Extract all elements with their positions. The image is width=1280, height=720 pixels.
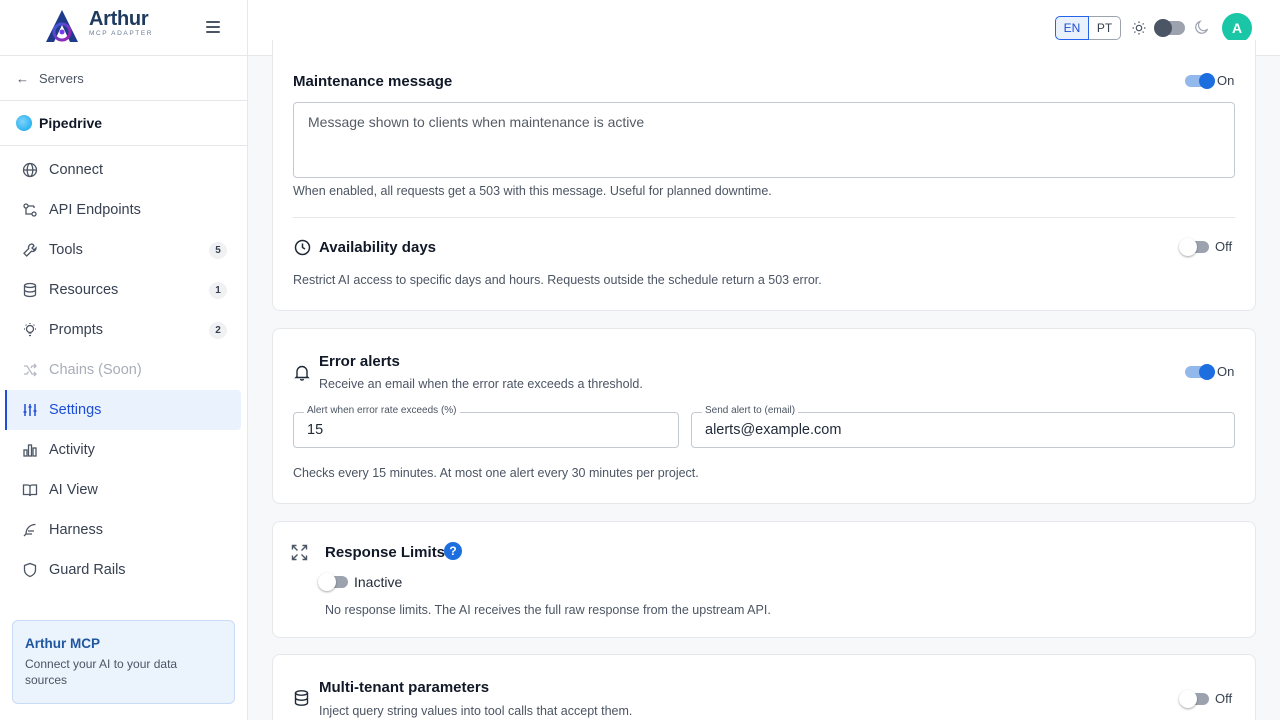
error-alerts-subtitle: Receive an email when the error rate exc… <box>319 377 643 391</box>
maintenance-card: Maintenance message On When enabled, all… <box>272 40 1256 311</box>
sidebar-item-label: Connect <box>49 162 104 178</box>
availability-toggle[interactable] <box>1179 238 1209 256</box>
current-server: Pipedrive <box>0 101 247 146</box>
sidebar-item-label: Activity <box>49 442 95 458</box>
sidebar-item-connect[interactable]: Connect <box>0 150 247 190</box>
multi-tenant-title: Multi-tenant parameters <box>319 679 490 696</box>
multi-tenant-toggle[interactable] <box>1179 690 1209 708</box>
maintenance-message-input[interactable] <box>293 102 1235 178</box>
multi-tenant-card: Multi-tenant parameters Inject query str… <box>272 654 1256 720</box>
brand-subtitle: MCP ADAPTER <box>89 30 154 37</box>
sidebar-item-label: Guard Rails <box>49 562 126 578</box>
globe-outline-icon <box>22 162 38 178</box>
error-alerts-card: Error alerts Receive an email when the e… <box>272 328 1256 504</box>
back-to-servers-link[interactable]: ← Servers <box>0 56 247 101</box>
sidebar-item-guard-rails[interactable]: Guard Rails <box>0 550 247 590</box>
multi-tenant-subtitle: Inject query string values into tool cal… <box>319 704 633 718</box>
sidebar-item-ai-view[interactable]: AI View <box>0 470 247 510</box>
alert-email-input[interactable] <box>692 413 1234 447</box>
availability-toggle-label: Off <box>1215 239 1233 254</box>
sidebar: Arthur MCP ADAPTER ← Servers Pipedrive C… <box>0 0 248 720</box>
database-icon <box>294 690 309 706</box>
user-avatar[interactable]: A <box>1222 13 1252 43</box>
response-limits-toggle[interactable] <box>318 573 348 591</box>
endpoints-icon <box>23 203 37 217</box>
feather-icon <box>23 523 36 537</box>
divider <box>293 217 1235 218</box>
bar-chart-icon <box>23 444 37 457</box>
moon-icon <box>1195 20 1209 34</box>
back-label: Servers <box>39 70 84 86</box>
maintenance-toggle-label: On <box>1217 73 1235 88</box>
promo-text: Connect your AI to your data sources <box>25 657 178 687</box>
response-limits-card: Response Limits ? Inactive No response l… <box>272 521 1256 638</box>
wrench-icon <box>23 243 37 257</box>
sidebar-item-chains: Chains (Soon) <box>0 350 247 390</box>
sidebar-item-label: Tools <box>49 242 83 258</box>
theme-toggle[interactable] <box>1154 19 1185 37</box>
database-icon <box>23 282 37 298</box>
sidebar-item-label: AI View <box>49 482 98 498</box>
shuffle-icon <box>24 363 37 377</box>
error-alerts-toggle-label: On <box>1217 364 1235 379</box>
sidebar-nav: Connect API Endpoints Tools 5 Resources … <box>0 146 247 590</box>
logo-text: Arthur MCP ADAPTER <box>89 8 153 37</box>
error-threshold-field: Alert when error rate exceeds (%) <box>293 405 679 448</box>
sidebar-item-tools[interactable]: Tools 5 <box>0 230 247 270</box>
sidebar-item-label: Resources <box>49 282 119 298</box>
language-en-button[interactable]: EN <box>1055 16 1089 40</box>
sidebar-item-harness[interactable]: Harness <box>0 510 247 550</box>
sidebar-item-activity[interactable]: Activity <box>0 430 247 470</box>
sun-icon <box>1132 21 1146 35</box>
sidebar-item-resources[interactable]: Resources 1 <box>0 270 247 310</box>
count-badge: 5 <box>209 242 227 259</box>
maintenance-title: Maintenance message <box>293 73 453 90</box>
sidebar-item-label: Prompts <box>49 322 103 338</box>
arthur-logo-icon <box>46 10 78 42</box>
bell-icon <box>294 365 310 381</box>
response-limits-toggle-label: Inactive <box>354 574 403 590</box>
sliders-icon <box>23 404 37 416</box>
help-icon[interactable]: ? <box>444 542 462 560</box>
expand-icon <box>291 544 308 561</box>
availability-title: Availability days <box>319 239 436 256</box>
language-pt-button[interactable]: PT <box>1089 16 1121 40</box>
sidebar-item-label: Chains (Soon) <box>49 362 142 378</box>
globe-icon <box>16 115 32 131</box>
error-alerts-toggle[interactable] <box>1185 364 1215 380</box>
alert-email-label: Send alert to (email) <box>702 405 799 416</box>
lightbulb-icon <box>24 323 36 337</box>
sidebar-item-label: Settings <box>49 402 102 418</box>
error-threshold-input[interactable] <box>294 413 678 447</box>
sidebar-item-settings[interactable]: Settings <box>5 390 241 430</box>
availability-description: Restrict AI access to specific days and … <box>293 273 822 287</box>
multi-tenant-toggle-label: Off <box>1215 691 1233 706</box>
sidebar-item-prompts[interactable]: Prompts 2 <box>0 310 247 350</box>
alert-email-field: Send alert to (email) <box>691 405 1235 448</box>
error-threshold-label: Alert when error rate exceeds (%) <box>304 405 460 416</box>
menu-icon[interactable] <box>206 21 220 33</box>
brand-name: Arthur <box>89 8 149 30</box>
sidebar-item-api-endpoints[interactable]: API Endpoints <box>0 190 247 230</box>
maintenance-help-text: When enabled, all requests get a 503 wit… <box>293 184 772 198</box>
logo-row: Arthur MCP ADAPTER <box>0 0 247 56</box>
shield-icon <box>23 562 37 578</box>
promo-card: Arthur MCP Connect your AI to your data … <box>12 620 235 704</box>
count-badge: 1 <box>209 282 227 299</box>
promo-title: Arthur MCP <box>25 636 100 651</box>
response-limits-description: No response limits. The AI receives the … <box>325 603 771 617</box>
arrow-left-icon: ← <box>16 70 29 86</box>
server-name: Pipedrive <box>39 115 103 131</box>
book-open-icon <box>22 484 38 497</box>
clock-icon <box>294 239 311 256</box>
count-badge: 2 <box>209 322 227 339</box>
sidebar-item-label: Harness <box>49 522 103 538</box>
sidebar-item-label: API Endpoints <box>49 202 141 218</box>
maintenance-toggle[interactable] <box>1185 73 1215 89</box>
error-alerts-note: Checks every 15 minutes. At most one ale… <box>293 466 699 480</box>
response-limits-title: Response Limits <box>325 544 446 561</box>
error-alerts-title: Error alerts <box>319 353 400 370</box>
